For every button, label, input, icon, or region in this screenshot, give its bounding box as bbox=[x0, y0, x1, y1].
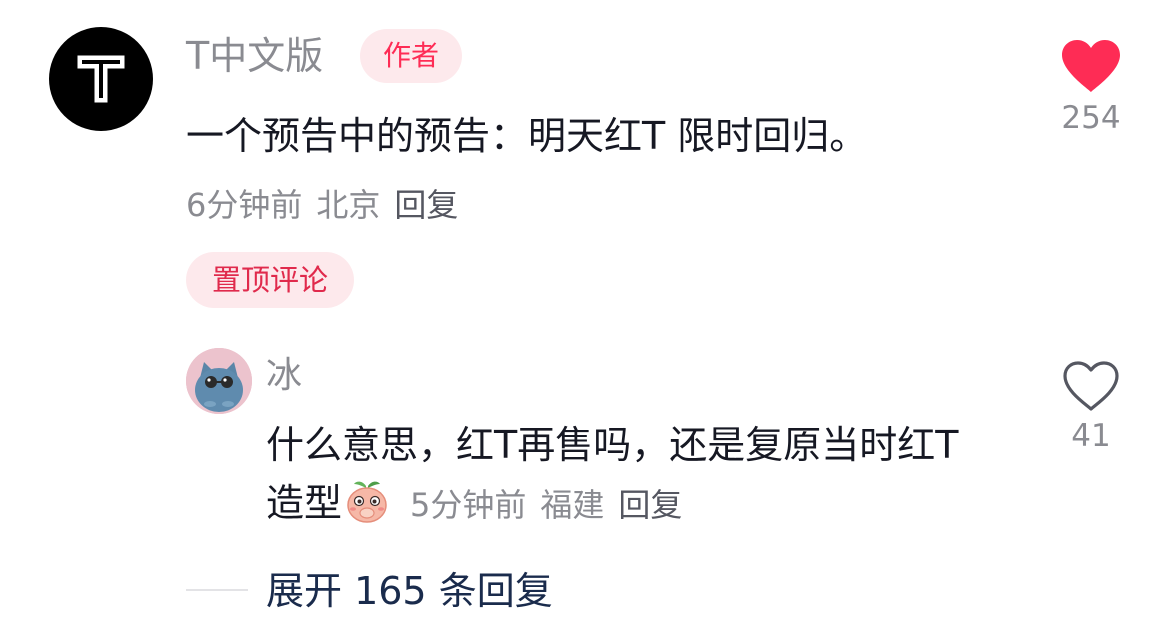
reply-author-name[interactable]: 冰 bbox=[266, 352, 302, 400]
reply-reply-button[interactable]: 回复 bbox=[618, 486, 682, 524]
reply-time: 5分钟前 bbox=[410, 486, 527, 524]
author-badge: 作者 bbox=[360, 29, 462, 83]
comment-text: 一个预告中的预告：明天红T 限时回归。 bbox=[186, 114, 868, 158]
comment-like-count: 254 bbox=[1061, 100, 1121, 136]
comment-reply-button[interactable]: 回复 bbox=[394, 186, 458, 224]
heart-filled-icon[interactable] bbox=[1060, 38, 1122, 94]
cat-sunglasses-avatar-icon bbox=[186, 348, 252, 414]
reply-body: 什么意思，红T再售吗，还是复原当时红T造型 5分钟前 福建 回复 bbox=[266, 416, 986, 534]
comment-like-button[interactable]: 254 bbox=[1058, 38, 1124, 138]
reply-like-button[interactable]: 41 bbox=[1058, 360, 1124, 456]
comment-meta: 6分钟前 北京 回复 bbox=[186, 182, 458, 228]
comment-time: 6分钟前 bbox=[186, 186, 303, 224]
reply-location: 福建 bbox=[540, 486, 605, 524]
comment-location: 北京 bbox=[316, 186, 381, 224]
reply-author-avatar[interactable] bbox=[186, 348, 252, 414]
t-logo-icon bbox=[77, 55, 125, 103]
reply-like-count: 41 bbox=[1071, 418, 1111, 454]
expand-divider bbox=[186, 589, 248, 591]
reply-meta: 5分钟前 福建 回复 bbox=[410, 486, 682, 524]
peach-face-emoji-icon bbox=[347, 481, 387, 523]
pinned-comment-badge: 置顶评论 bbox=[186, 252, 354, 308]
author-avatar[interactable] bbox=[49, 27, 153, 131]
expand-replies-button[interactable]: 展开 165 条回复 bbox=[266, 566, 553, 616]
comment-author-name[interactable]: T中文版 bbox=[186, 30, 323, 82]
heart-outline-icon[interactable] bbox=[1062, 360, 1120, 412]
